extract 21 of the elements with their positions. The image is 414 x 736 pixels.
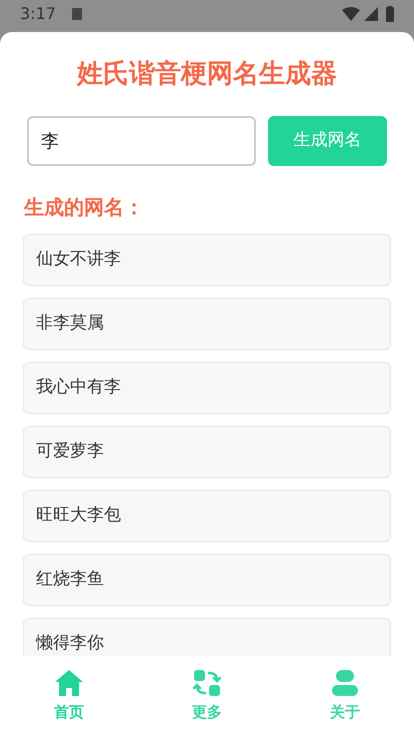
nav-tab[interactable]: 更多 [167,668,247,724]
surname-input[interactable]: 李 [27,116,256,166]
results-heading: 生成的网名： [22,194,145,220]
name-result-item: 我心中有李 [23,362,391,414]
nav-tab[interactable]: 首页 [29,668,109,724]
home-icon [54,668,84,697]
nav-tab[interactable]: 关于 [305,668,385,724]
status-time: 3:17 [20,3,56,25]
generate-button[interactable]: 生成网名 [268,116,387,166]
signal-icon [364,7,378,21]
name-result-item: 懒得李你 [23,618,391,656]
wifi-icon [342,7,360,21]
name-result-item: 仙女不讲李 [23,234,391,286]
swap-icon [193,668,221,697]
name-result-item: 非李莫属 [23,298,391,350]
name-result-item: 红烧李鱼 [23,554,391,606]
battery-icon [386,6,394,22]
name-result-item: 旺旺大李包 [23,490,391,542]
user-icon [331,668,359,697]
app-title: 姓氏谐音梗网名生成器 [75,58,338,91]
name-result-item: 可爱萝李 [23,426,391,478]
